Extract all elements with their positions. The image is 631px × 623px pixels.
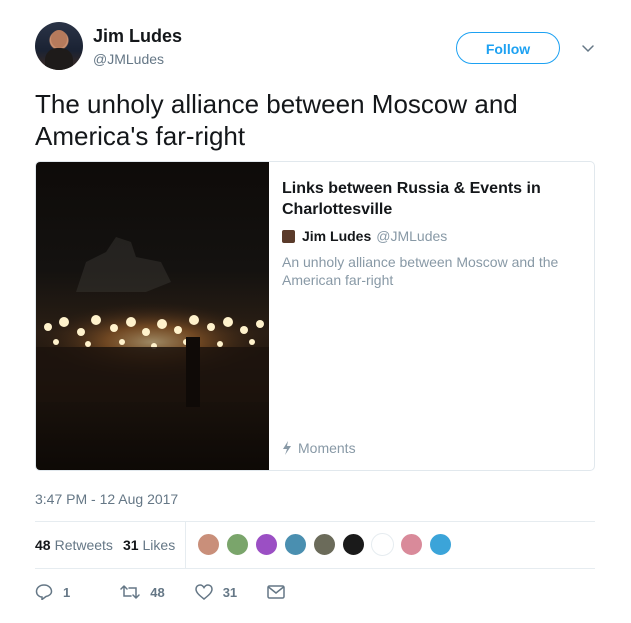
divider [35,568,595,569]
follow-button[interactable]: Follow [456,32,560,64]
like-button[interactable]: 31 [194,584,238,600]
card-author-avatar [282,229,295,243]
tweet-stats: 48 Retweets 31 Likes [35,537,185,553]
likes-stat[interactable]: 31 Likes [123,537,175,553]
stats-divider [185,522,186,568]
liker-avatar[interactable] [313,533,336,556]
likers-avatars [197,533,458,556]
heart-icon [194,584,213,600]
tweet-text: The unholy alliance between Moscow and A… [35,89,518,151]
liker-avatar[interactable] [342,533,365,556]
liker-avatar[interactable] [226,533,249,556]
chevron-down-icon[interactable] [580,40,596,56]
direct-message-button[interactable] [267,585,295,599]
retweet-count: 48 [150,584,165,600]
author-avatar[interactable] [35,22,83,70]
moments-label: Moments [298,440,356,456]
divider [35,521,595,522]
retweets-stat[interactable]: 48 Retweets [35,537,113,553]
author-handle[interactable]: @JMLudes [93,51,164,67]
card-footer: Moments [282,440,356,456]
card-title[interactable]: Links between Russia & Events in Charlot… [282,178,582,220]
tweet-header: Jim Ludes @JMLudes Follow [35,22,597,74]
lightning-icon [283,441,291,455]
author-name[interactable]: Jim Ludes [93,26,182,47]
card-author: Jim Ludes @JMLudes [282,228,582,244]
retweet-button[interactable]: 48 [120,584,165,600]
envelope-icon [267,585,285,599]
card-author-handle: @JMLudes [376,228,448,244]
card-description: An unholy alliance between Moscow and th… [282,254,559,288]
liker-avatar[interactable] [284,533,307,556]
reply-button[interactable]: 1 [35,584,70,600]
tweet-actions: 1 48 31 [35,584,323,600]
reply-count: 1 [63,584,71,600]
card-body: Links between Russia & Events in Charlot… [282,178,582,289]
liker-avatar[interactable] [255,533,278,556]
liker-avatar[interactable] [400,533,423,556]
card-image [36,162,269,470]
reply-icon [35,584,53,600]
retweet-icon [120,585,140,599]
tweet-timestamp[interactable]: 3:47 PM - 12 Aug 2017 [35,491,178,507]
moment-card[interactable]: Links between Russia & Events in Charlot… [35,161,595,471]
liker-avatar[interactable] [371,533,394,556]
like-count: 31 [222,584,238,600]
liker-avatar[interactable] [429,533,452,556]
card-author-name: Jim Ludes [302,228,372,244]
liker-avatar[interactable] [197,533,220,556]
